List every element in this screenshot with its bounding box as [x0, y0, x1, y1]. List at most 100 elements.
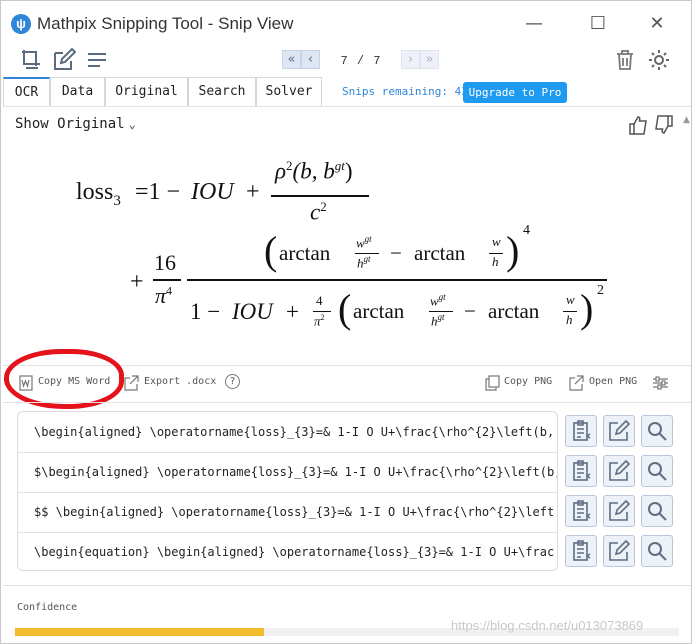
eq-pi2-sup: 2 — [320, 313, 325, 322]
eq-arctan-1: arctan — [279, 241, 331, 265]
eq-w-4: w — [566, 292, 575, 307]
snip-screen-icon[interactable] — [19, 47, 45, 73]
tab-data[interactable]: Data — [50, 77, 105, 107]
eq-arctan-2: arctan — [414, 241, 466, 265]
latex-result-row[interactable]: $$ \begin{aligned} \operatorname{loss}_{… — [18, 492, 557, 532]
gear-icon[interactable] — [646, 47, 672, 73]
latex-results-list: \begin{aligned} \operatorname{loss}_{3}=… — [17, 411, 558, 571]
search-result-button[interactable] — [641, 415, 673, 447]
maximize-button[interactable]: ☐ — [583, 11, 613, 37]
eq-frac-bar-5 — [313, 311, 331, 312]
eq-sixteen: 16 — [154, 250, 176, 275]
snip-view-window: ψ Mathpix Snipping Tool - Snip View — ☐ … — [0, 0, 692, 644]
eq-frac-bar-main — [187, 279, 607, 281]
snip-position: 7 / 7 — [340, 54, 382, 68]
eq-h-2: h — [492, 254, 499, 269]
eq-iou: IOU — [191, 179, 234, 205]
eq-loss-sub: 3 — [113, 192, 121, 209]
tab-divider — [3, 106, 691, 107]
eq-h-gt-sup-3: gt — [437, 312, 445, 322]
minimize-button[interactable]: — — [519, 11, 549, 37]
copy-result-button[interactable] — [565, 455, 597, 487]
eq-plus: + — [246, 179, 260, 205]
eq-paren-close-2: ) — [580, 286, 594, 331]
next-snip-button[interactable]: › — [401, 50, 420, 69]
export-icon[interactable] — [124, 375, 139, 391]
help-icon[interactable]: ? — [225, 374, 240, 389]
eq-w-1: w — [356, 235, 365, 251]
mathpix-logo-icon: ψ — [11, 14, 31, 34]
first-snip-button[interactable]: « — [282, 50, 301, 69]
eq-pi: π — [155, 283, 167, 308]
eq-loss: loss — [76, 179, 114, 205]
tab-search[interactable]: Search — [188, 77, 256, 107]
sliders-icon[interactable] — [652, 375, 669, 391]
eq-w-3: w — [430, 293, 439, 309]
open-png-icon[interactable] — [569, 375, 584, 391]
red-highlight-annotation — [4, 349, 124, 409]
eq-rho-close: ) — [344, 158, 353, 184]
show-original-toggle[interactable]: Show Original ⌄ — [15, 116, 136, 132]
latex-result-row[interactable]: $\begin{aligned} \operatorname{loss}_{3}… — [18, 452, 557, 492]
eq-w-gt-sup-1: gt — [364, 234, 372, 244]
thumbs-down-icon[interactable] — [653, 114, 675, 136]
chevron-down-icon: ⌄ — [128, 117, 136, 131]
eq-pi2: π2 — [314, 313, 325, 329]
latex-result-row[interactable]: \begin{equation} \begin{aligned} \operat… — [18, 532, 557, 572]
copy-png-icon[interactable] — [485, 375, 500, 391]
menu-icon[interactable] — [84, 47, 110, 73]
last-snip-button[interactable]: » — [420, 50, 439, 69]
copy-result-button[interactable] — [565, 495, 597, 527]
edit-result-button[interactable] — [603, 455, 635, 487]
upgrade-button[interactable]: Upgrade to Pro — [463, 82, 567, 103]
eq-w-gt-3: wgt — [430, 292, 446, 309]
eq-pi-sup: 4 — [166, 283, 173, 298]
tab-ocr[interactable]: OCR — [3, 77, 50, 107]
eq-rho: ρ — [275, 158, 287, 184]
eq-power-4: 4 — [523, 223, 530, 238]
confidence-label: Confidence — [17, 602, 78, 613]
eq-c-sup: 2 — [320, 199, 327, 214]
search-result-button[interactable] — [641, 535, 673, 567]
trash-icon[interactable] — [612, 47, 638, 73]
search-result-button[interactable] — [641, 455, 673, 487]
edit-result-button[interactable] — [603, 495, 635, 527]
eq-h-gt-sup-1: gt — [363, 254, 371, 264]
eq-four: 4 — [316, 293, 323, 308]
edit-icon[interactable] — [51, 47, 77, 73]
eq-plus-3: + — [286, 299, 299, 324]
eq-minus-2: − — [464, 299, 476, 323]
tab-solver[interactable]: Solver — [256, 77, 322, 107]
eq-plus-2: + — [130, 269, 144, 295]
watermark-text: https://blog.csdn.net/u013073869 — [451, 618, 644, 633]
search-result-button[interactable] — [641, 495, 673, 527]
title-bar: ψ Mathpix Snipping Tool - Snip View — ☐ … — [1, 1, 692, 45]
open-png-button[interactable]: Open PNG — [589, 376, 637, 387]
edit-result-button[interactable] — [603, 415, 635, 447]
tab-original[interactable]: Original — [105, 77, 188, 107]
show-original-label: Show Original — [15, 116, 125, 132]
eq-paren-close-1: ) — [506, 228, 520, 273]
rendered-equation: loss3 =1 − IOU + ρ2(b, bgt) c2 + 16 π4 (… — [1, 141, 692, 363]
eq-power-2: 2 — [597, 283, 604, 298]
prev-snip-button[interactable]: ‹ — [301, 50, 320, 69]
copy-result-button[interactable] — [565, 535, 597, 567]
export-docx-button[interactable]: Export .docx — [144, 376, 216, 387]
eq-arctan-4: arctan — [488, 299, 540, 323]
copy-png-button[interactable]: Copy PNG — [504, 376, 552, 387]
tab-bar: OCR Data Original Search Solver Snips re… — [3, 77, 691, 107]
eq-frac-bar-1 — [271, 195, 369, 197]
scroll-up-icon[interactable]: ▲ — [683, 115, 691, 135]
confidence-bar-fill — [15, 628, 264, 636]
edit-result-button[interactable] — [603, 535, 635, 567]
eq-w-gt-1: wgt — [356, 234, 372, 251]
snips-remaining: Snips remaining: 43 — [342, 85, 468, 98]
thumbs-up-icon[interactable] — [627, 114, 649, 136]
latex-result-row[interactable]: \begin{aligned} \operatorname{loss}_{3}=… — [18, 412, 557, 452]
copy-result-button[interactable] — [565, 415, 597, 447]
close-button[interactable]: ✕ — [642, 11, 672, 37]
eq-h-gt-3: hgt — [431, 312, 445, 329]
window-title: Mathpix Snipping Tool - Snip View — [37, 14, 294, 33]
actions-divider-bottom — [3, 402, 691, 403]
eq-w-gt-sup-3: gt — [438, 292, 446, 302]
